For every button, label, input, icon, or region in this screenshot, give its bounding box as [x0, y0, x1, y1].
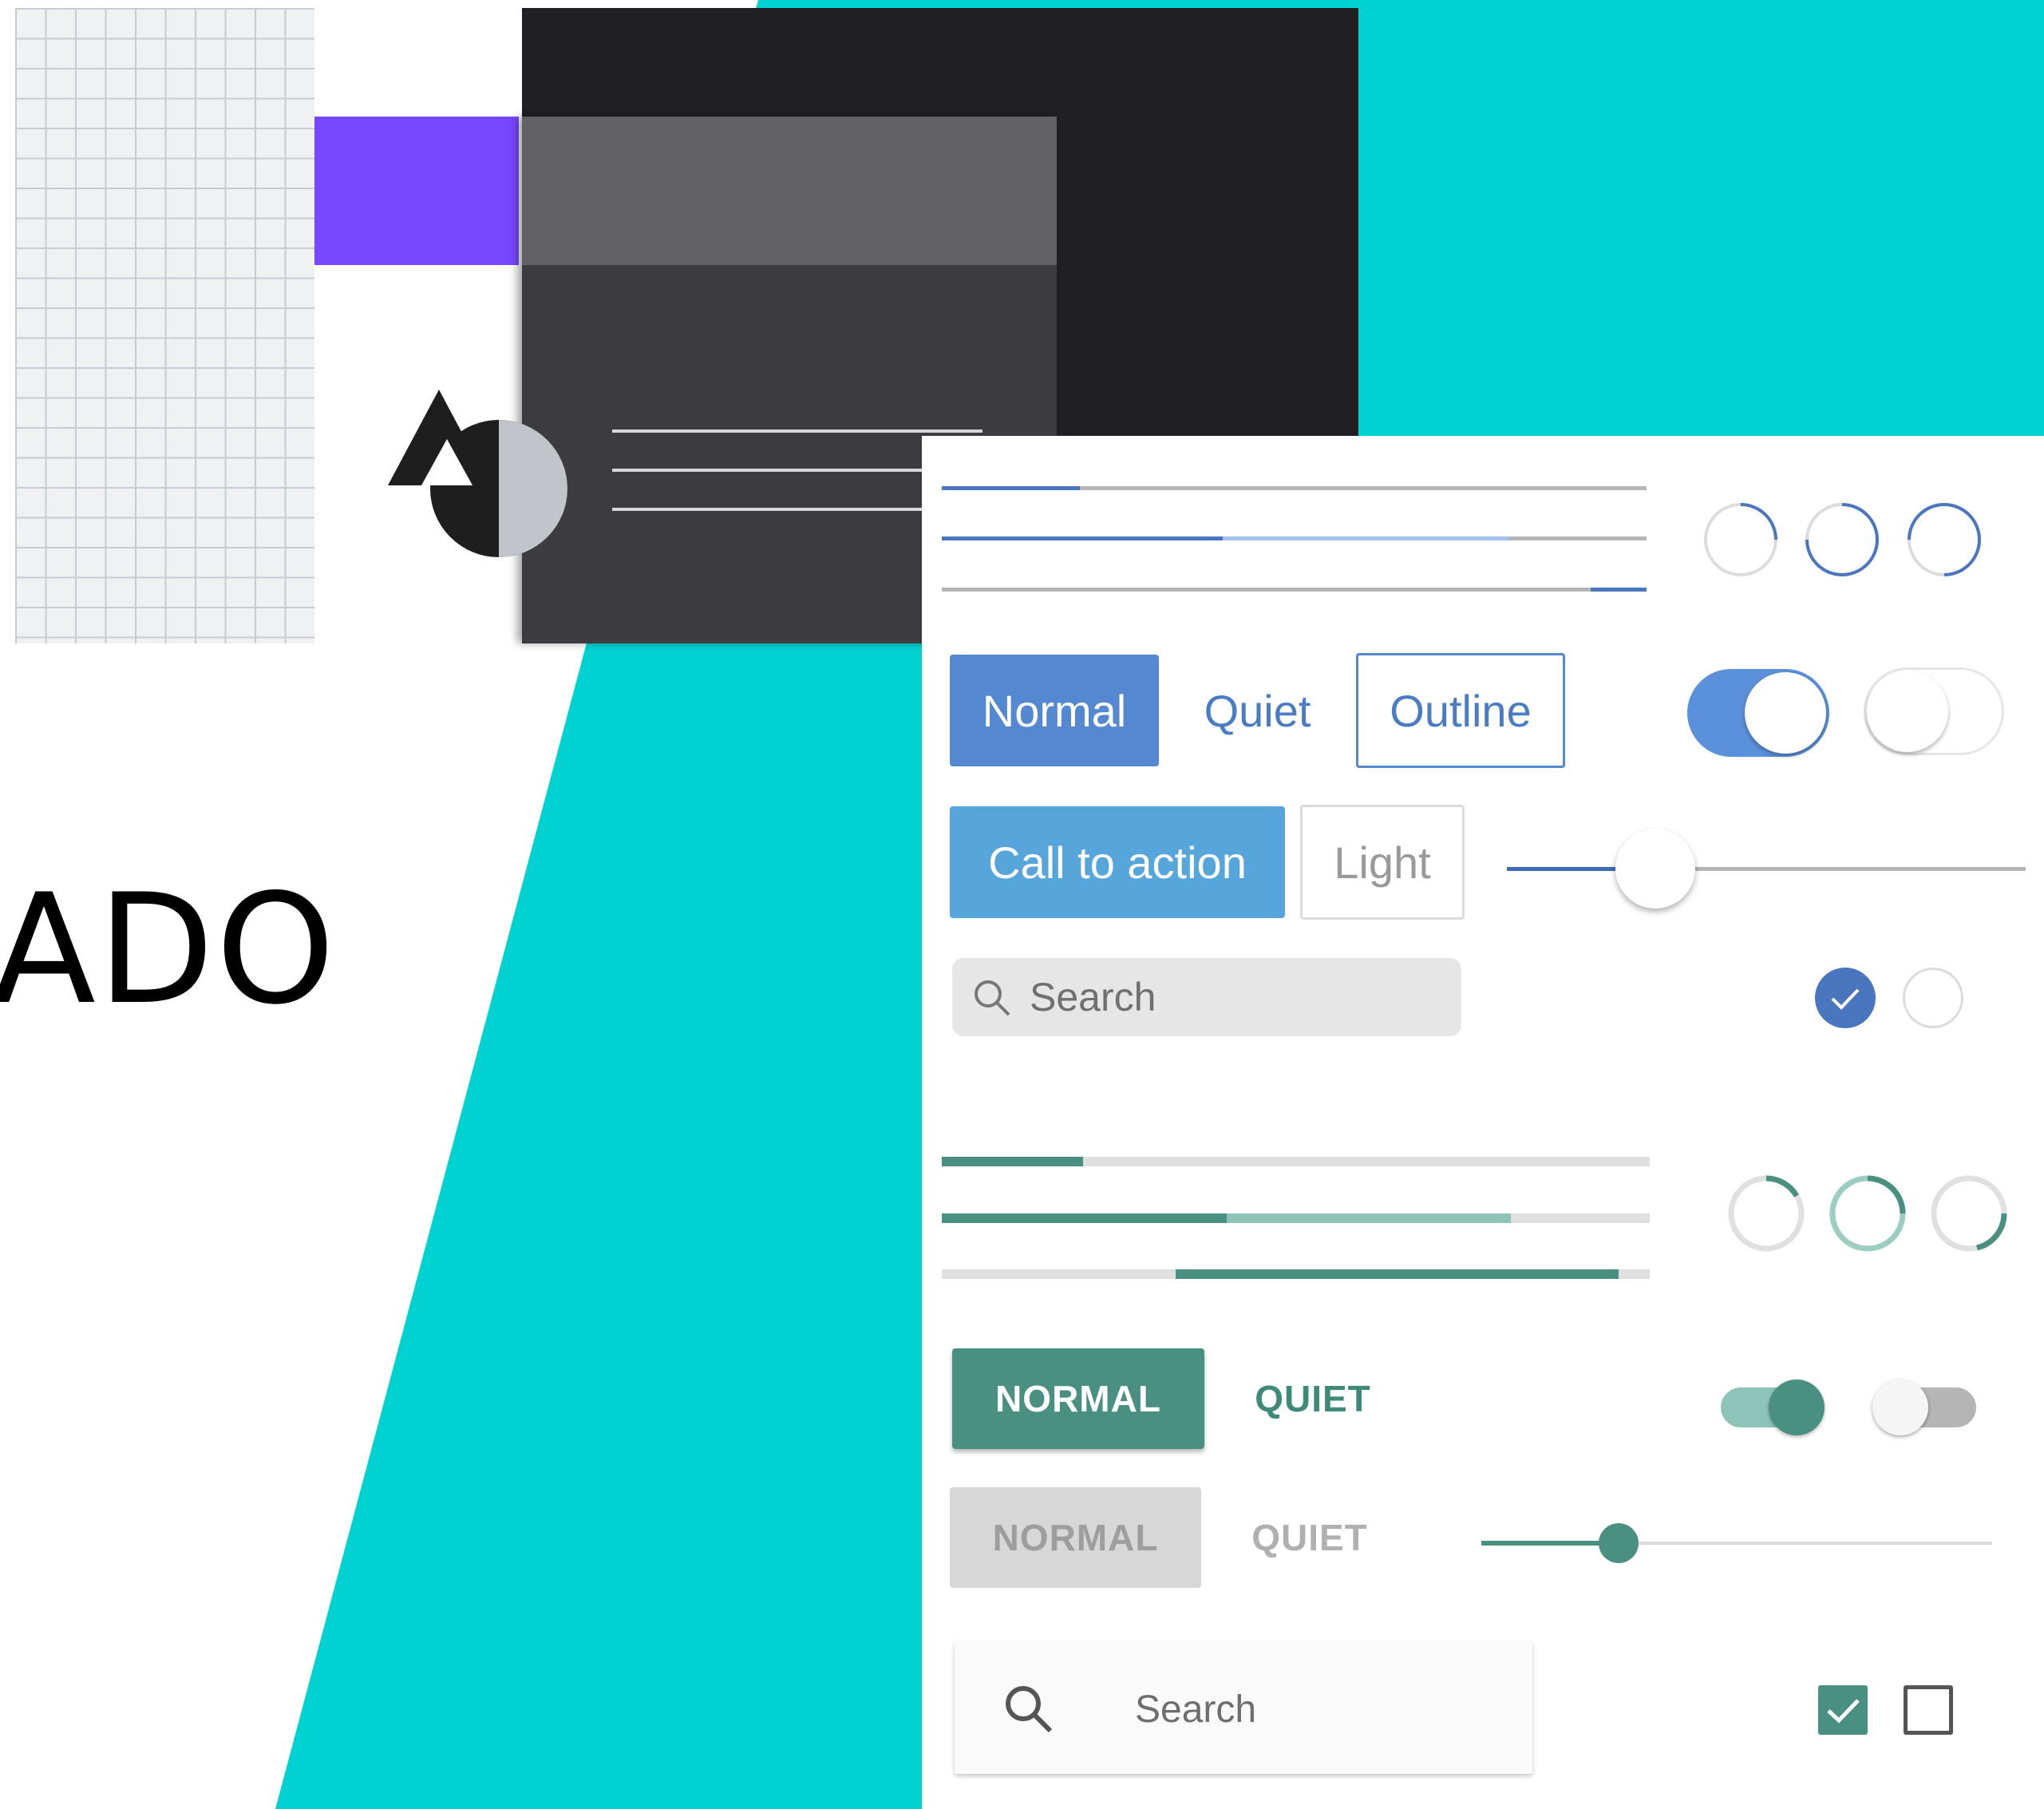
toggle-off[interactable]: [1864, 667, 2004, 755]
gray-panel-header: [522, 117, 1057, 265]
check-icon: [1827, 1699, 1860, 1724]
light-button[interactable]: Light: [1300, 805, 1465, 920]
toggle-on[interactable]: [1687, 669, 1829, 757]
search-field[interactable]: Search: [952, 958, 1461, 1036]
switch-off[interactable]: [1872, 1380, 1976, 1435]
toggle-knob: [1745, 672, 1826, 754]
checkbox-unchecked[interactable]: [1904, 1685, 1953, 1735]
checkbox-checked[interactable]: [1818, 1685, 1868, 1735]
progress-bar-fill: [942, 1157, 1083, 1166]
spinner: [1726, 1174, 1806, 1253]
progress-bar-fill: [942, 486, 1080, 490]
progress-bar-fill: [1176, 1269, 1619, 1279]
spinner: [1804, 501, 1880, 578]
search-icon: [975, 980, 1010, 1016]
shapes-logo-icon: [388, 390, 567, 557]
search-field[interactable]: Search: [955, 1641, 1532, 1774]
text-line: [612, 508, 931, 511]
spinner: [1702, 501, 1779, 578]
text-line: [612, 469, 931, 472]
progress-bar-fill: [942, 1213, 1227, 1223]
normal-raised-button[interactable]: NORMAL: [952, 1348, 1204, 1449]
quiet-text-button[interactable]: QUIET: [1229, 1348, 1397, 1449]
toggle-knob: [1867, 671, 1948, 752]
hero-partial-title: ADO: [0, 861, 337, 1038]
progress-bar-fill: [942, 536, 1223, 540]
progress-bar-track: [942, 588, 1647, 592]
normal-button[interactable]: Normal: [950, 655, 1159, 766]
quiet-disabled-button[interactable]: QUIET: [1226, 1487, 1394, 1588]
text-line: [612, 429, 982, 433]
radio-checked[interactable]: [1815, 968, 1876, 1028]
spinner: [1929, 1174, 2009, 1253]
switch-thumb: [1872, 1380, 1928, 1435]
search-icon: [1006, 1686, 1053, 1733]
spinner: [1906, 501, 1983, 578]
slider-thumb[interactable]: [1615, 829, 1695, 908]
spinner: [1828, 1174, 1908, 1253]
switch-on[interactable]: [1721, 1380, 1825, 1435]
purple-block: [314, 117, 519, 265]
outline-button[interactable]: Outline: [1356, 653, 1565, 768]
grid-canvas: [15, 8, 314, 643]
radio-unchecked[interactable]: [1903, 968, 1963, 1028]
quiet-button[interactable]: Quiet: [1180, 655, 1335, 766]
check-icon: [1831, 988, 1860, 1010]
slider-thumb[interactable]: [1599, 1523, 1639, 1563]
switch-thumb: [1769, 1380, 1825, 1435]
search-placeholder: Search: [1135, 1688, 1257, 1731]
search-placeholder: Search: [1030, 975, 1156, 1019]
normal-disabled-button[interactable]: NORMAL: [950, 1487, 1201, 1588]
call-to-action-button[interactable]: Call to action: [950, 806, 1285, 918]
component-showcase-panel: [922, 436, 2044, 1809]
progress-bar-fill: [1591, 588, 1647, 592]
